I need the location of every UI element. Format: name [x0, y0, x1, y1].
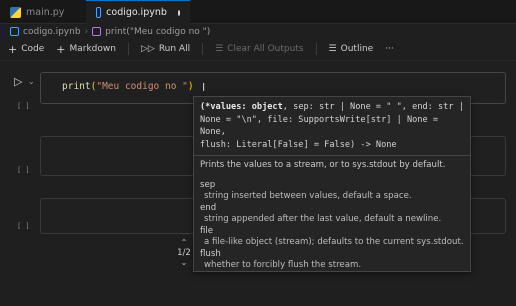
list-icon: ☰: [328, 43, 337, 54]
clear-all-outputs-button[interactable]: ☰ Clear All Outputs: [215, 44, 303, 54]
signature-line: , sep: str | None = " ", end: str |: [282, 102, 464, 112]
tab-codigo-ipynb[interactable]: codigo.ipynb: [86, 0, 190, 24]
code-button-label: Code: [21, 44, 45, 54]
tab-main-py[interactable]: main.py: [0, 0, 86, 24]
plus-icon: +: [56, 42, 66, 56]
active-parameter: (*values: object: [200, 102, 283, 112]
code-string: "Meu codigo no ": [96, 81, 188, 92]
tab-label: main.py: [26, 6, 65, 18]
overload-pager: ⌃ 1/2 ⌄: [175, 238, 193, 268]
run-cell-button[interactable]: ▷: [14, 75, 22, 88]
run-all-label: Run All: [158, 44, 191, 54]
notebook-toolbar: + Code + Markdown ▷▷ Run All ☰ Clear All…: [0, 39, 516, 59]
param-desc: whether to forcibly flush the stream.: [204, 260, 362, 270]
add-code-cell-button[interactable]: + Code: [8, 44, 44, 55]
breadcrumb: codigo.ipynb › print("Meu codigo no "): [0, 24, 516, 39]
chevron-right-icon: ›: [84, 26, 89, 37]
param-name: flush: [200, 248, 221, 259]
param-desc: a file-like object (stream); defaults to…: [204, 237, 464, 247]
toolbar-separator: [0, 60, 516, 61]
clear-all-label: Clear All Outputs: [227, 44, 304, 54]
toolbar-divider: [127, 43, 129, 55]
function-signature: (*values: object, sep: str | None = " ",…: [194, 97, 470, 151]
tab-label: codigo.ipynb: [106, 7, 167, 18]
param-name: sep: [200, 179, 216, 190]
ellipsis-icon: ···: [385, 44, 394, 54]
mouse-ibeam-icon: I: [202, 81, 206, 94]
execution-count: [ ]: [17, 102, 30, 110]
plus-icon: +: [8, 42, 18, 56]
run-all-icon: ▷▷: [140, 43, 155, 54]
signature-line: None = "\n", file: SupportsWrite[str] | …: [200, 114, 438, 138]
code-paren-close: ): [187, 81, 194, 92]
notebook-icon: [10, 27, 19, 36]
execution-count: [ ]: [17, 166, 30, 174]
param-name: end: [200, 202, 217, 213]
add-markdown-cell-button[interactable]: + Markdown: [56, 44, 116, 55]
symbol-icon: [92, 27, 102, 36]
outline-label: Outline: [340, 44, 374, 54]
execution-count: [ ]: [17, 222, 30, 230]
clear-all-icon: ☰: [215, 43, 224, 54]
run-all-button[interactable]: ▷▷ Run All: [141, 44, 190, 54]
scrollbar[interactable]: [508, 60, 514, 306]
unsaved-dot-icon[interactable]: [177, 9, 180, 16]
param-desc: string inserted between values, default …: [204, 191, 412, 201]
breadcrumb-symbol[interactable]: print("Meu codigo no "): [105, 27, 210, 37]
chevron-down-icon[interactable]: ⌄: [175, 258, 193, 268]
code-line[interactable]: print("Meu codigo no "): [62, 81, 194, 92]
outline-button[interactable]: ☰ Outline: [329, 44, 374, 54]
more-actions-button[interactable]: ···: [385, 44, 394, 54]
overload-count: 1/2: [177, 248, 191, 258]
chevron-down-icon[interactable]: ⌄: [28, 77, 35, 86]
param-name: file: [200, 225, 214, 236]
doc-summary: Prints the values to a stream, or to sys…: [200, 160, 446, 170]
signature-help-popup: (*values: object, sep: str | None = " ",…: [193, 96, 471, 272]
notebook-icon: [96, 7, 102, 18]
editor-tab-bar: main.py codigo.ipynb: [0, 0, 516, 24]
toolbar-divider: [315, 43, 317, 55]
chevron-up-icon[interactable]: ⌃: [175, 238, 193, 248]
toolbar-divider: [202, 43, 204, 55]
param-desc: string appended after the last value, de…: [204, 214, 442, 224]
markdown-button-label: Markdown: [69, 44, 116, 54]
python-file-icon: [10, 6, 21, 18]
breadcrumb-file[interactable]: codigo.ipynb: [23, 27, 81, 37]
code-function: print: [62, 81, 91, 92]
signature-line: flush: Literal[False] = False) -> None: [200, 139, 397, 150]
documentation: Prints the values to a stream, or to sys…: [194, 156, 470, 276]
